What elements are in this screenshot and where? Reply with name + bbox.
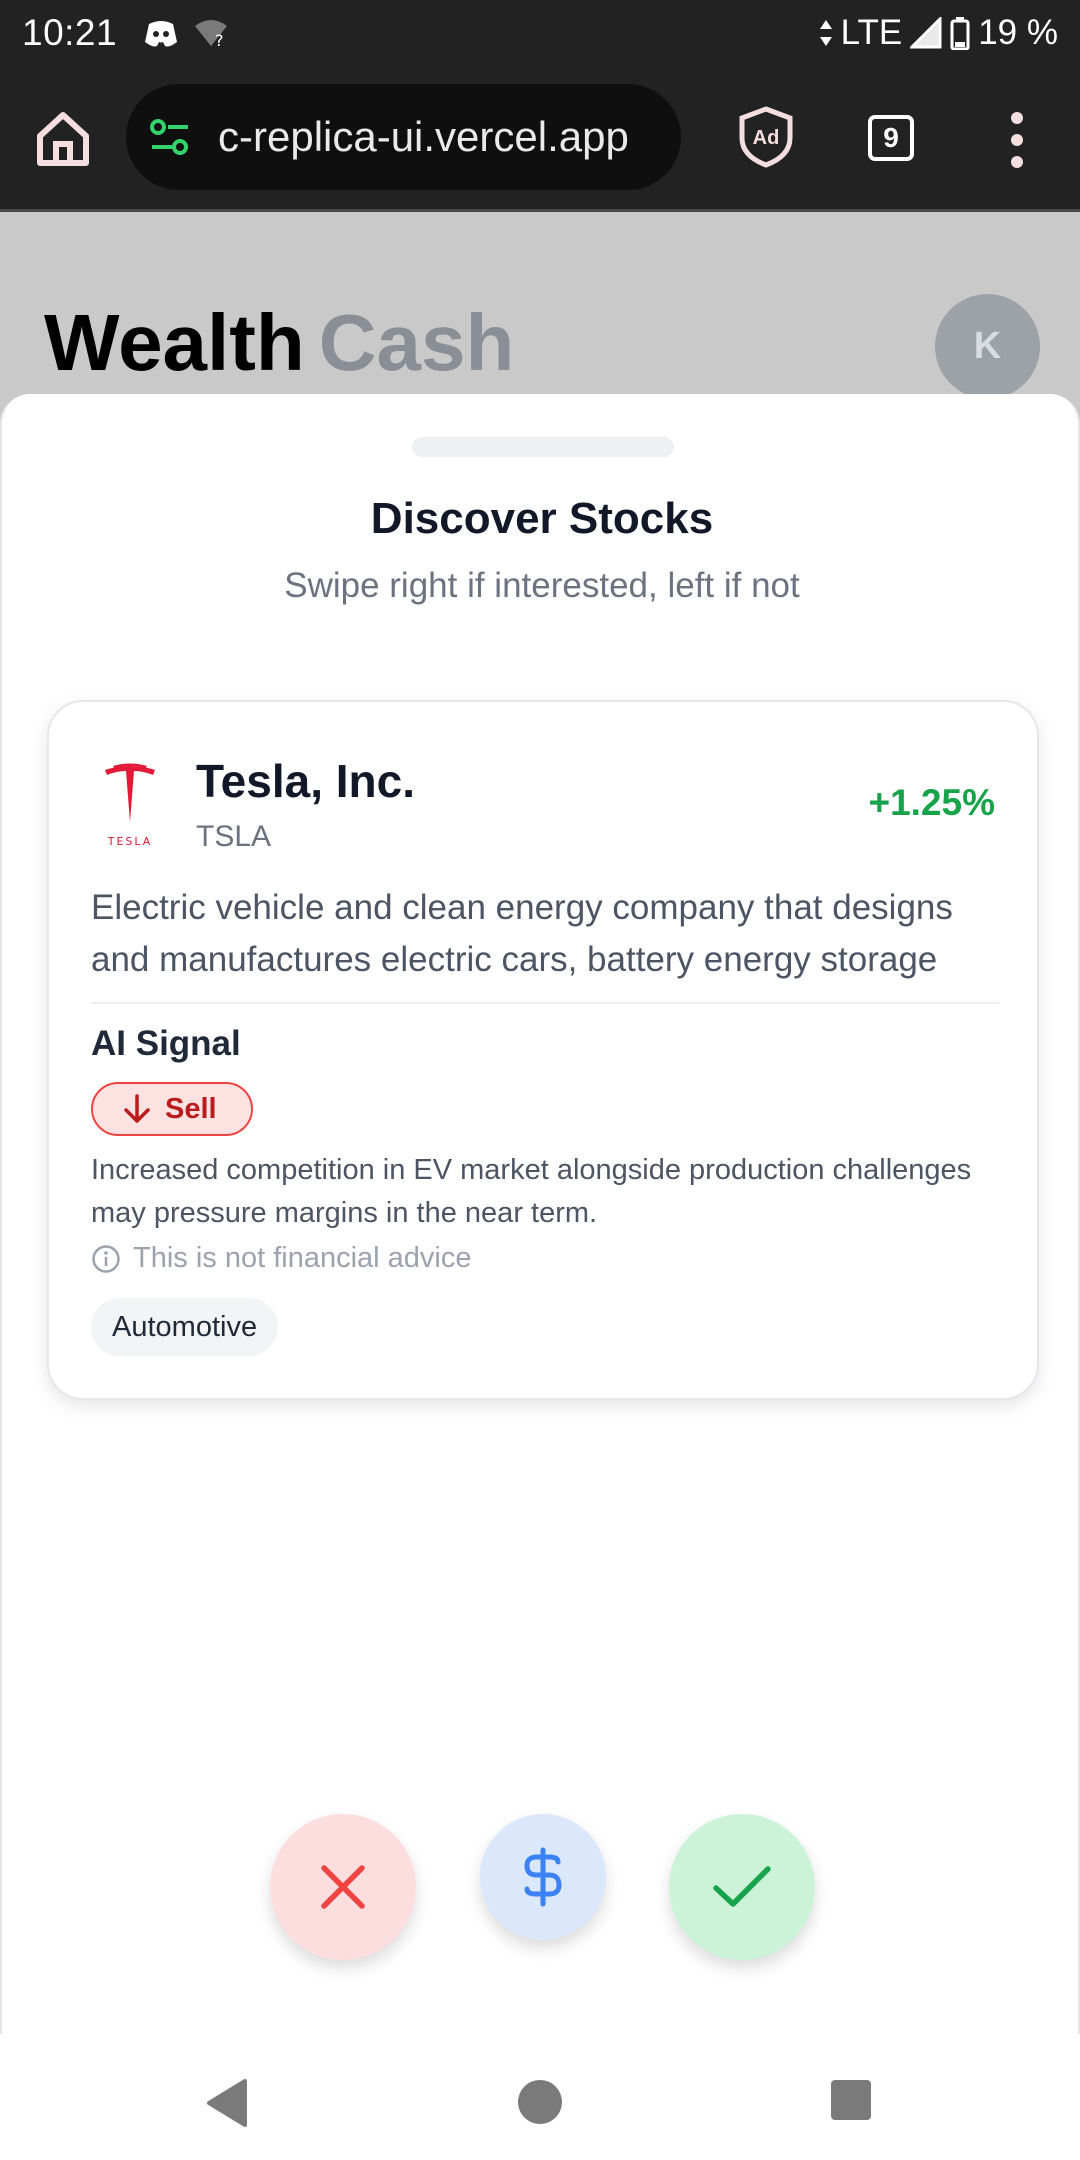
sector-tag: Automotive <box>91 1298 279 1356</box>
pass-button[interactable] <box>270 1814 416 1960</box>
network-type: LTE <box>840 13 903 52</box>
wealth-title[interactable]: Wealth <box>44 298 305 387</box>
dollar-icon <box>524 1847 562 1907</box>
recents-icon[interactable] <box>831 2080 871 2120</box>
signal-icon <box>910 17 942 49</box>
tab-count: 9 <box>883 122 899 153</box>
battery-icon <box>950 17 970 50</box>
divider <box>91 1002 999 1004</box>
address-bar[interactable]: c-replica-ui.vercel.app <box>126 84 681 190</box>
more-vert-icon[interactable] <box>1004 110 1030 170</box>
site-settings-icon[interactable] <box>148 115 192 159</box>
price-change: +1.25% <box>868 782 995 823</box>
home-icon[interactable] <box>32 108 94 170</box>
ai-signal-heading: AI Signal <box>91 1024 241 1063</box>
check-icon <box>713 1866 771 1907</box>
wifi-question-icon: ? <box>195 20 228 48</box>
interested-button[interactable] <box>669 1814 815 1960</box>
screen: 10:21 ? LTE 19 % c-replica-ui.vercel.app… <box>0 0 1080 2160</box>
info-icon <box>92 1244 120 1273</box>
avatar[interactable]: K <box>935 294 1040 399</box>
battery-level: 19 % <box>978 13 1058 52</box>
url-text: c-replica-ui.vercel.app <box>218 113 629 160</box>
tesla-logo: TESLA <box>105 763 155 848</box>
stock-card[interactable]: TESLA Tesla, Inc. TSLA +1.25% Electric v… <box>47 700 1039 1400</box>
signal-reason: Increased competition in EV market along… <box>91 1154 972 1229</box>
disclaimer: This is not financial advice <box>91 1242 472 1275</box>
ticker-symbol: TSLA <box>196 820 272 853</box>
browser-toolbar: c-replica-ui.vercel.app Ad 9 <box>0 66 1080 212</box>
x-icon <box>321 1865 365 1909</box>
disclaimer-text: This is not financial advice <box>133 1242 472 1274</box>
discover-sheet: Discover Stocks Swipe right if intereste… <box>0 394 1080 2034</box>
sheet-title: Discover Stocks <box>370 494 714 543</box>
logo-wordmark: TESLA <box>107 835 153 848</box>
back-icon[interactable] <box>205 2078 249 2128</box>
company-name: Tesla, Inc. <box>196 755 416 807</box>
sheet-subtitle: Swipe right if interested, left if not <box>284 566 800 605</box>
discord-icon <box>145 21 178 47</box>
svg-text:?: ? <box>215 31 224 48</box>
signal-badge: Sell <box>91 1082 253 1136</box>
signal-label: Sell <box>165 1092 217 1125</box>
page-title: Wealth Cash <box>44 297 514 389</box>
company-description: Electric vehicle and clean energy compan… <box>91 888 953 979</box>
nav-home-icon[interactable] <box>518 2080 562 2124</box>
clock: 10:21 <box>22 12 118 53</box>
status-bar: 10:21 ? LTE 19 % <box>0 0 1080 66</box>
system-nav-bar <box>0 2034 1080 2160</box>
data-arrows-icon <box>819 20 832 46</box>
cash-title[interactable]: Cash <box>319 298 515 387</box>
tabs-icon[interactable]: 9 <box>868 115 914 161</box>
arrow-down-icon <box>124 1094 150 1123</box>
adblock-shield-icon[interactable]: Ad <box>738 106 794 168</box>
svg-text:Ad: Ad <box>753 127 780 149</box>
sheet-drag-handle[interactable] <box>412 437 674 457</box>
invest-button[interactable] <box>480 1814 606 1940</box>
